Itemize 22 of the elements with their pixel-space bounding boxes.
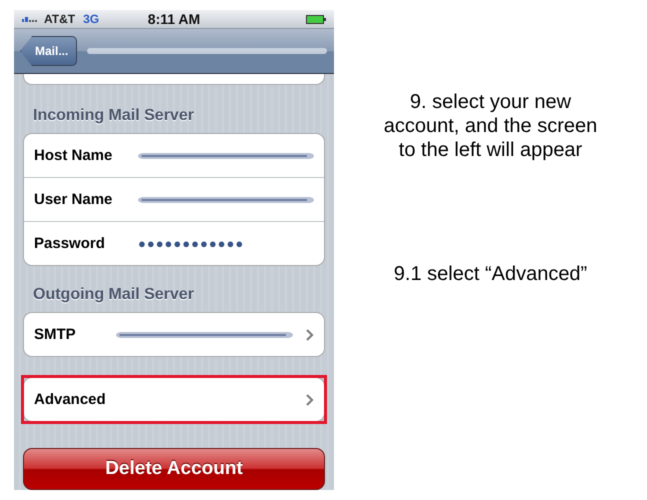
network-type: 3G [83, 12, 100, 26]
back-button[interactable]: Mail... [20, 36, 78, 66]
row-label: Advanced [34, 391, 107, 408]
settings-row[interactable]: SMTP [24, 313, 324, 356]
settings-row[interactable]: Advanced [24, 378, 324, 421]
carrier-name: AT&T [44, 12, 76, 26]
row-label: User Name [34, 191, 114, 208]
password-value: ●●●●●●●●●●●● [138, 236, 244, 251]
battery-icon [306, 14, 326, 24]
row-label: Host Name [34, 147, 114, 164]
instruction-text: 9. select your new account, and the screen to the left will appear [382, 90, 598, 162]
settings-row[interactable]: Password ●●●●●●●●●●●● [24, 221, 324, 265]
delete-account-button[interactable]: Delete Account [23, 448, 325, 490]
row-label: Password [34, 235, 106, 252]
section-header: Incoming Mail Server [32, 107, 195, 126]
signal-icon [22, 16, 40, 22]
section-header: Outgoing Mail Server [32, 286, 195, 305]
settings-row[interactable]: User Name [24, 177, 324, 221]
row-label: SMTP [34, 326, 77, 343]
instruction-text: 9.1 select “Advanced” [392, 262, 588, 286]
settings-row[interactable]: Host Name [24, 134, 324, 177]
status-time: 8:11 AM [148, 11, 200, 27]
